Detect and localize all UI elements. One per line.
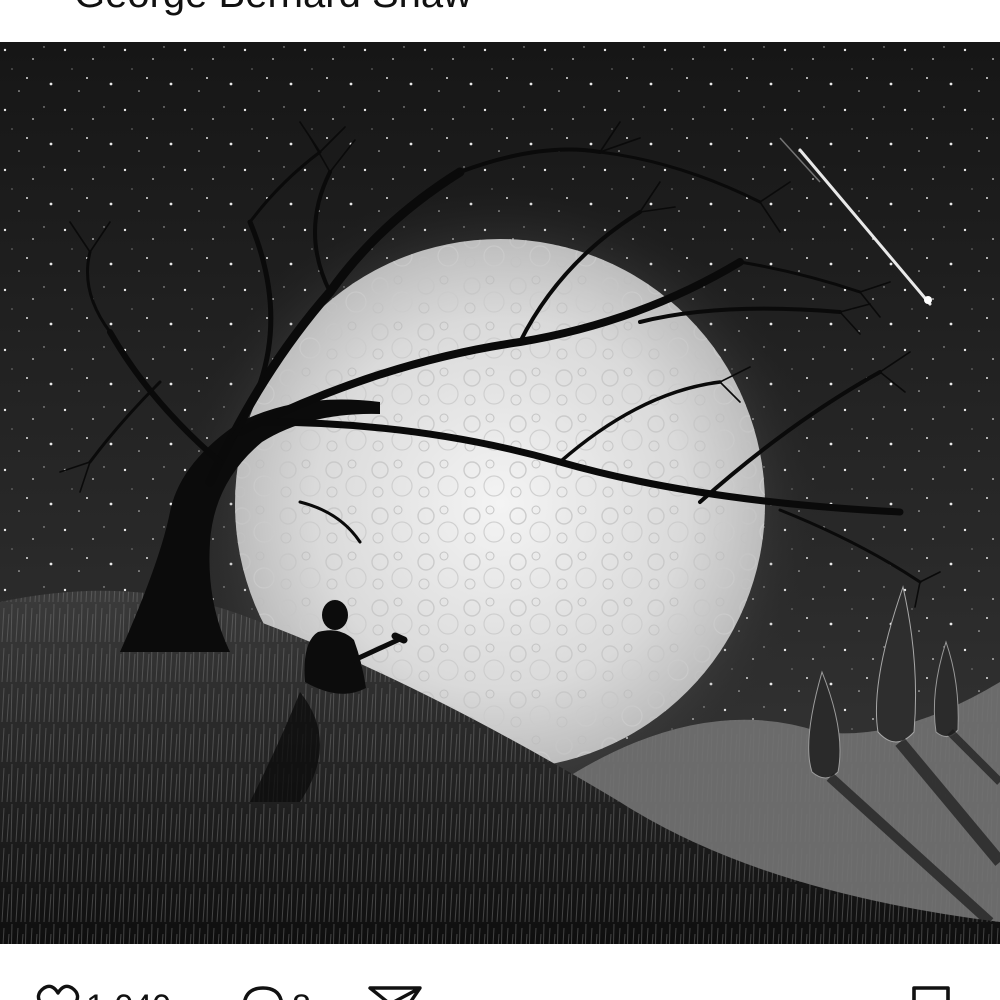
like-count: 1,040	[86, 990, 171, 1000]
post-image[interactable]	[0, 42, 1000, 944]
like-button[interactable]: 1,040	[36, 984, 171, 1000]
comment-count: 8	[292, 990, 311, 1000]
comment-button[interactable]: 8	[240, 984, 311, 1000]
share-button[interactable]	[366, 984, 424, 1000]
post-action-bar: 1,040 8	[0, 944, 1000, 1000]
heart-icon	[36, 984, 80, 1000]
bookmark-icon	[912, 986, 950, 1000]
comment-bubble-icon	[243, 986, 283, 1000]
post-view: George Bernard Shaw	[0, 0, 1000, 1000]
caption-author: George Bernard Shaw	[74, 0, 472, 14]
paper-plane-icon	[368, 986, 422, 1000]
save-button[interactable]	[906, 984, 956, 1000]
